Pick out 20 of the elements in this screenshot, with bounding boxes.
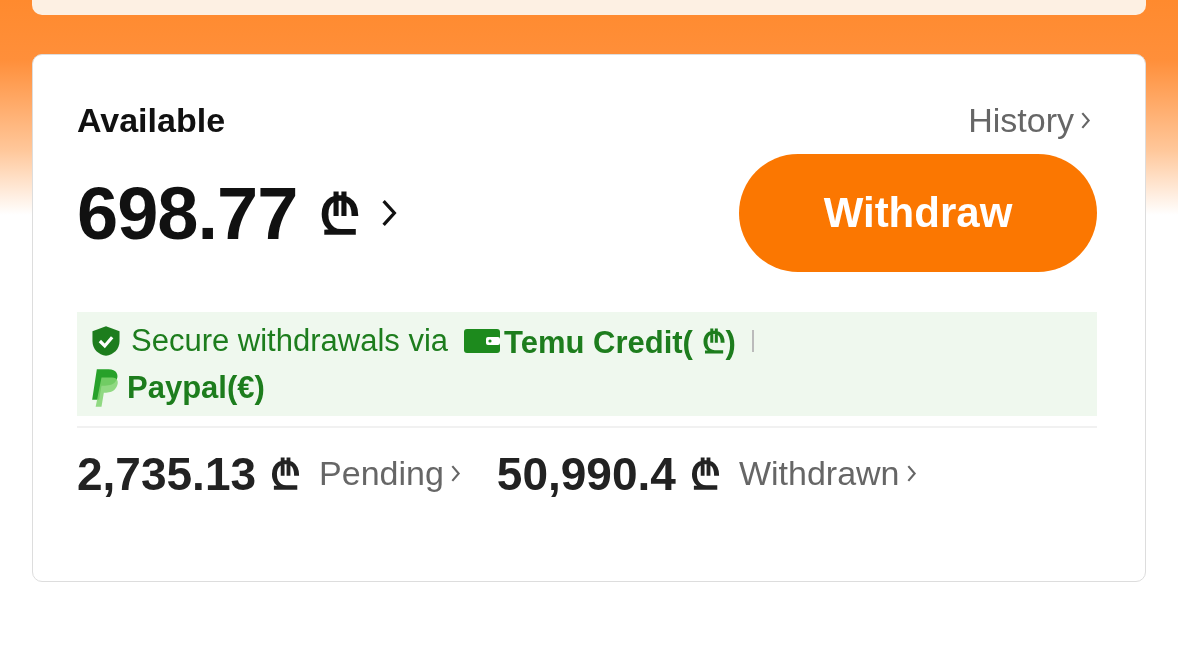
shield-check-icon — [91, 325, 121, 357]
chevron-icon — [449, 464, 461, 483]
paypal-icon — [91, 368, 119, 408]
total-link[interactable]: Pending — [319, 454, 461, 493]
chevron-icon — [1080, 111, 1091, 130]
balance-amount: 698.77 — [77, 170, 298, 256]
secure-text: Secure withdrawals via — [131, 323, 449, 359]
currency-symbol: ₾ — [270, 452, 302, 499]
total-amount: 50,990.4 — [496, 446, 676, 501]
currency-symbol: ₾ — [689, 452, 721, 499]
chevron-icon — [905, 464, 917, 483]
history-link[interactable]: History — [968, 101, 1091, 140]
payment-method: Temu Credit( ₾) — [504, 324, 736, 362]
available-label: Available — [77, 101, 226, 140]
payment-method: Paypal(€) — [127, 370, 265, 406]
total-link[interactable]: Withdrawn — [738, 454, 917, 493]
chevron-icon[interactable] — [381, 199, 398, 227]
wallet-icon — [464, 328, 501, 354]
total-amount: 2,735.13 — [77, 446, 257, 501]
currency-symbol: ₾ — [319, 184, 362, 247]
